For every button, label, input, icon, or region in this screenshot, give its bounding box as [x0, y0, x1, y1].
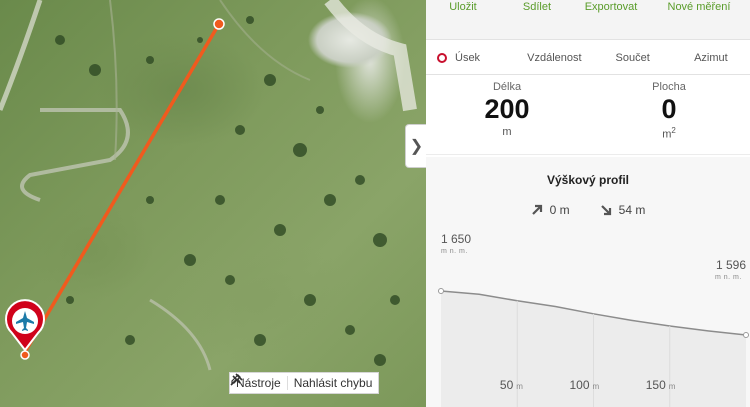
tab-distance-label: Vzdálenost — [527, 51, 582, 64]
x-tick-unit: m — [516, 382, 523, 391]
end-elevation-label: 1 596 — [716, 258, 746, 272]
area-unit: m2 — [588, 126, 750, 141]
profile-end-point — [743, 332, 749, 338]
area-value: 0 — [661, 94, 677, 124]
area-label: Plocha — [652, 81, 686, 93]
line-end-point — [213, 18, 225, 30]
x-tick-unit: m — [669, 382, 676, 391]
descent-value: 54 m — [618, 203, 646, 217]
x-tick-label: 150 — [646, 378, 666, 392]
length-unit: m — [502, 126, 512, 138]
area-unit-base: m — [662, 128, 672, 141]
pencil-icon — [231, 374, 241, 384]
arrow-down-right-icon — [600, 205, 611, 216]
arrow-up-right-icon — [531, 204, 542, 215]
ascent-stat: 0 m — [531, 203, 570, 217]
start-elevation-label: 1 650 — [441, 232, 471, 246]
tab-azimuth[interactable]: Azimut — [672, 52, 750, 64]
measure-mode-tabs: Úsek Vzdálenost Součet Azimut — [426, 41, 750, 75]
end-elevation-unit: m n. m. — [715, 274, 742, 281]
x-tick-label: 100 — [569, 378, 589, 392]
tab-distance[interactable]: Vzdálenost — [515, 52, 593, 64]
area-stat: Plocha 0 m2 — [588, 75, 750, 154]
area-unit-sup: 2 — [671, 126, 676, 135]
elevation-chart[interactable]: 1 650 m n. m. 1 596 m n. m. 50 m 100 m 150 m — [426, 227, 750, 407]
ascent-value: 0 m — [549, 203, 570, 217]
elevation-profile: Výškový profil 0 m 54 m 1 650 m n. m. 1 … — [426, 157, 750, 407]
measurement-stats: Délka 200 m Plocha 0 m2 — [426, 75, 750, 155]
tab-segment[interactable]: Úsek — [426, 52, 515, 64]
radio-selected-icon — [437, 52, 447, 63]
profile-start-point — [438, 288, 444, 294]
tab-sum[interactable]: Součet — [594, 52, 672, 64]
tab-azimuth-label: Azimut — [694, 51, 728, 64]
line-start-point — [20, 350, 30, 360]
measurement-line — [23, 23, 221, 353]
chevron-right-icon: ❯ — [409, 138, 424, 155]
location-marker[interactable] — [5, 299, 45, 352]
action-toolbar: Uložit Sdílet Exportovat Nové měření — [426, 0, 750, 40]
elevation-deltas: 0 m 54 m — [426, 203, 750, 217]
report-error-button[interactable]: Nahlásit chybu — [231, 373, 379, 393]
map-overlay — [0, 0, 417, 371]
report-error-label: Nahlásit chybu — [293, 376, 373, 390]
tab-segment-label: Úsek — [455, 51, 481, 64]
x-tick-unit: m — [593, 382, 600, 391]
descent-stat: 54 m — [600, 203, 646, 217]
save-button[interactable]: Uložit — [426, 0, 500, 14]
map-view[interactable]: ❯ Nástroje Nahlásit chybu — [0, 0, 426, 407]
map-toolbar: Nástroje Nahlásit chybu — [229, 372, 380, 394]
measurement-panel: Uložit Sdílet Exportovat Nové měření Úse… — [426, 0, 750, 407]
length-label: Délka — [492, 81, 522, 93]
x-tick-label: 50 — [500, 378, 514, 392]
tab-sum-label: Součet — [615, 51, 650, 64]
start-elevation-unit: m n. m. — [441, 248, 468, 255]
length-value: 200 — [484, 94, 530, 124]
share-button[interactable]: Sdílet — [500, 0, 574, 14]
new-measurement-button[interactable]: Nové měření — [648, 0, 750, 14]
profile-title: Výškový profil — [546, 173, 630, 187]
length-stat: Délka 200 m — [426, 75, 588, 154]
panel-toggle-button[interactable]: ❯ — [405, 124, 426, 168]
export-button[interactable]: Exportovat — [574, 0, 648, 14]
